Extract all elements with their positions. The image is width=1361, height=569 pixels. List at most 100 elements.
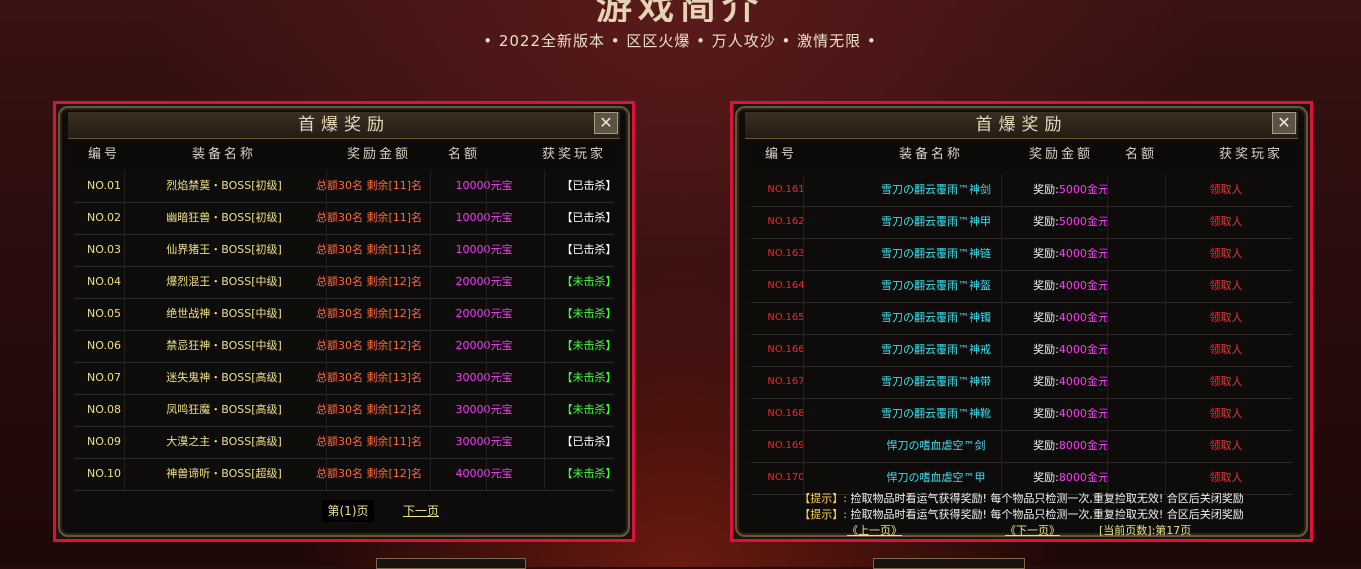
prev-page-link[interactable]: 《上一页》	[847, 522, 902, 538]
tip-text: 捡取物品时看运气获得奖励! 每个物品只检测一次,重复捡取无效! 合区后关闭奖励	[850, 508, 1244, 521]
table-row: NO.07 迷失鬼神・BOSS[高级] 总额30名 剩余[13]名 30000元宝 【未…	[74, 362, 617, 395]
column-divider	[1001, 334, 1002, 366]
close-icon[interactable]: ✕	[594, 112, 618, 134]
winner-player: 领取人	[1209, 375, 1243, 388]
column-divider	[803, 398, 804, 430]
column-header-quota: 名额	[1124, 147, 1157, 162]
column-divider	[1165, 238, 1166, 270]
quota-info: 总额30名 剩余[11]名	[315, 243, 423, 256]
reward-amount: 20000元宝	[455, 339, 513, 352]
reward-label: 奖励:	[1033, 183, 1059, 196]
reward-cell: 奖励:4000金元	[1011, 270, 1131, 302]
column-divider	[1001, 302, 1002, 334]
column-divider	[544, 426, 545, 458]
column-divider	[1165, 206, 1166, 238]
column-divider	[1107, 238, 1108, 270]
table-row: NO.06 禁忌狂神・BOSS[中级] 总额30名 剩余[12]名 20000元宝 【未…	[74, 330, 617, 363]
table-row: NO.164 雪刀の翻云覆雨™神盔 奖励:4000金元 领取人	[751, 270, 1292, 303]
column-divider	[544, 394, 545, 426]
next-page-link[interactable]: 《下一页》	[1005, 522, 1060, 538]
section-title: 游戏简介	[595, 0, 764, 22]
reward-amount: 10000元宝	[455, 179, 513, 192]
column-divider	[124, 330, 125, 362]
column-divider	[430, 458, 431, 490]
column-divider	[1165, 366, 1166, 398]
winner-player: 领取人	[1209, 279, 1243, 292]
column-divider	[803, 366, 804, 398]
equipment-name: 迷失鬼神・BOSS[高级]	[166, 371, 282, 384]
section-subtitle: • 2022全新版本 • 区区火爆 • 万人攻沙 • 激情无限 •	[483, 32, 877, 50]
table-row: NO.167 雪刀の翻云覆雨™神带 奖励:4000金元 领取人	[751, 366, 1292, 399]
column-divider	[544, 234, 545, 266]
table-row: NO.08 凤鸣狂魔・BOSS[高级] 总额30名 剩余[12]名 30000元宝 【未…	[74, 394, 617, 427]
column-divider	[803, 174, 804, 206]
column-divider	[430, 394, 431, 426]
column-divider	[430, 426, 431, 458]
winner-player: 领取人	[1209, 215, 1243, 228]
column-divider	[430, 298, 431, 330]
column-divider	[326, 362, 327, 394]
table-row: NO.163 雪刀の翻云覆雨™神链 奖励:4000金元 领取人	[751, 238, 1292, 271]
column-divider	[486, 202, 487, 234]
reward-amount: 30000元宝	[455, 403, 513, 416]
equipment-name: 仙界猪王・BOSS[初级]	[166, 243, 282, 256]
reward-amount: 10000元宝	[455, 211, 513, 224]
reward-amount: 10000元宝	[455, 243, 513, 256]
reward-label: 奖励:	[1033, 407, 1059, 420]
column-divider	[1001, 430, 1002, 462]
column-divider	[1107, 270, 1108, 302]
reward-label: 奖励:	[1033, 215, 1059, 228]
reward-cell: 奖励:4000金元	[1011, 398, 1131, 430]
reward-amount: 40000元宝	[455, 467, 513, 480]
table-row: NO.162 雪刀の翻云覆雨™神甲 奖励:5000金元 领取人	[751, 206, 1292, 239]
column-divider	[486, 266, 487, 298]
column-divider	[1165, 270, 1166, 302]
kill-status: 【已击杀】	[561, 243, 617, 256]
kill-status: 【未击杀】	[561, 403, 617, 416]
column-divider	[430, 330, 431, 362]
column-divider	[544, 170, 545, 202]
column-divider	[1107, 430, 1108, 462]
reward-cell: 奖励:5000金元	[1011, 206, 1131, 238]
reward-cell: 奖励:5000金元	[1011, 174, 1131, 206]
table-row: NO.01 烈焰禁莫・BOSS[初级] 总额30名 剩余[11]名 10000元宝 【已…	[74, 170, 617, 203]
winner-player: 领取人	[1209, 439, 1243, 452]
column-divider	[1165, 174, 1166, 206]
column-divider	[486, 362, 487, 394]
column-divider	[544, 362, 545, 394]
table-row: NO.169 悍刀の嗜血虐空™剑 奖励:8000金元 领取人	[751, 430, 1292, 463]
column-divider	[326, 170, 327, 202]
kill-status: 【未击杀】	[561, 371, 617, 384]
reward-cell: 奖励:8000金元	[1011, 430, 1131, 462]
column-divider	[803, 334, 804, 366]
reward-label: 奖励:	[1033, 439, 1059, 452]
panel-frame: 首爆奖励 ✕ 编号 装备名称 奖励金额 名额 获奖玩家 NO.161 雪刀の翻云覆…	[735, 106, 1308, 537]
reward-label: 奖励:	[1033, 343, 1059, 356]
table-row: NO.09 大漠之主・BOSS[高级] 总额30名 剩余[11]名 30000元宝 【已…	[74, 426, 617, 459]
next-page-link[interactable]: 下一页	[400, 500, 442, 522]
quota-info: 总额30名 剩余[11]名	[315, 435, 423, 448]
column-divider	[1001, 366, 1002, 398]
item-reward-panel: 首爆奖励 ✕ 编号 装备名称 奖励金额 名额 获奖玩家 NO.161 雪刀の翻云覆…	[730, 101, 1313, 542]
tip-line: 【提示】: 捡取物品时看运气获得奖励! 每个物品只检测一次,重复捡取无效! 合区…	[737, 490, 1306, 506]
column-divider	[1001, 206, 1002, 238]
close-icon[interactable]: ✕	[1272, 112, 1296, 134]
reward-label: 奖励:	[1033, 375, 1059, 388]
reward-amount: 30000元宝	[455, 371, 513, 384]
column-divider	[486, 458, 487, 490]
column-divider	[124, 426, 125, 458]
column-header-player: 获奖玩家	[1218, 147, 1283, 162]
column-divider	[544, 298, 545, 330]
table-header: 编号 装备名称 奖励金额 名额 获奖玩家	[751, 142, 1292, 168]
column-divider	[430, 362, 431, 394]
current-page: [当前页数]:第17页	[1099, 524, 1192, 537]
boss-reward-panel: 首爆奖励 ✕ 编号 装备名称 奖励金额 名额 获奖玩家 NO.01 烈焰禁莫・BO…	[53, 101, 635, 542]
column-divider	[1107, 302, 1108, 334]
column-divider	[486, 234, 487, 266]
column-divider	[124, 394, 125, 426]
table-row: NO.04 爆烈混王・BOSS[中级] 总额30名 剩余[12]名 20000元宝 【未…	[74, 266, 617, 299]
column-divider	[124, 202, 125, 234]
column-divider	[486, 426, 487, 458]
column-divider	[1165, 302, 1166, 334]
quota-info: 总额30名 剩余[12]名	[315, 467, 423, 480]
